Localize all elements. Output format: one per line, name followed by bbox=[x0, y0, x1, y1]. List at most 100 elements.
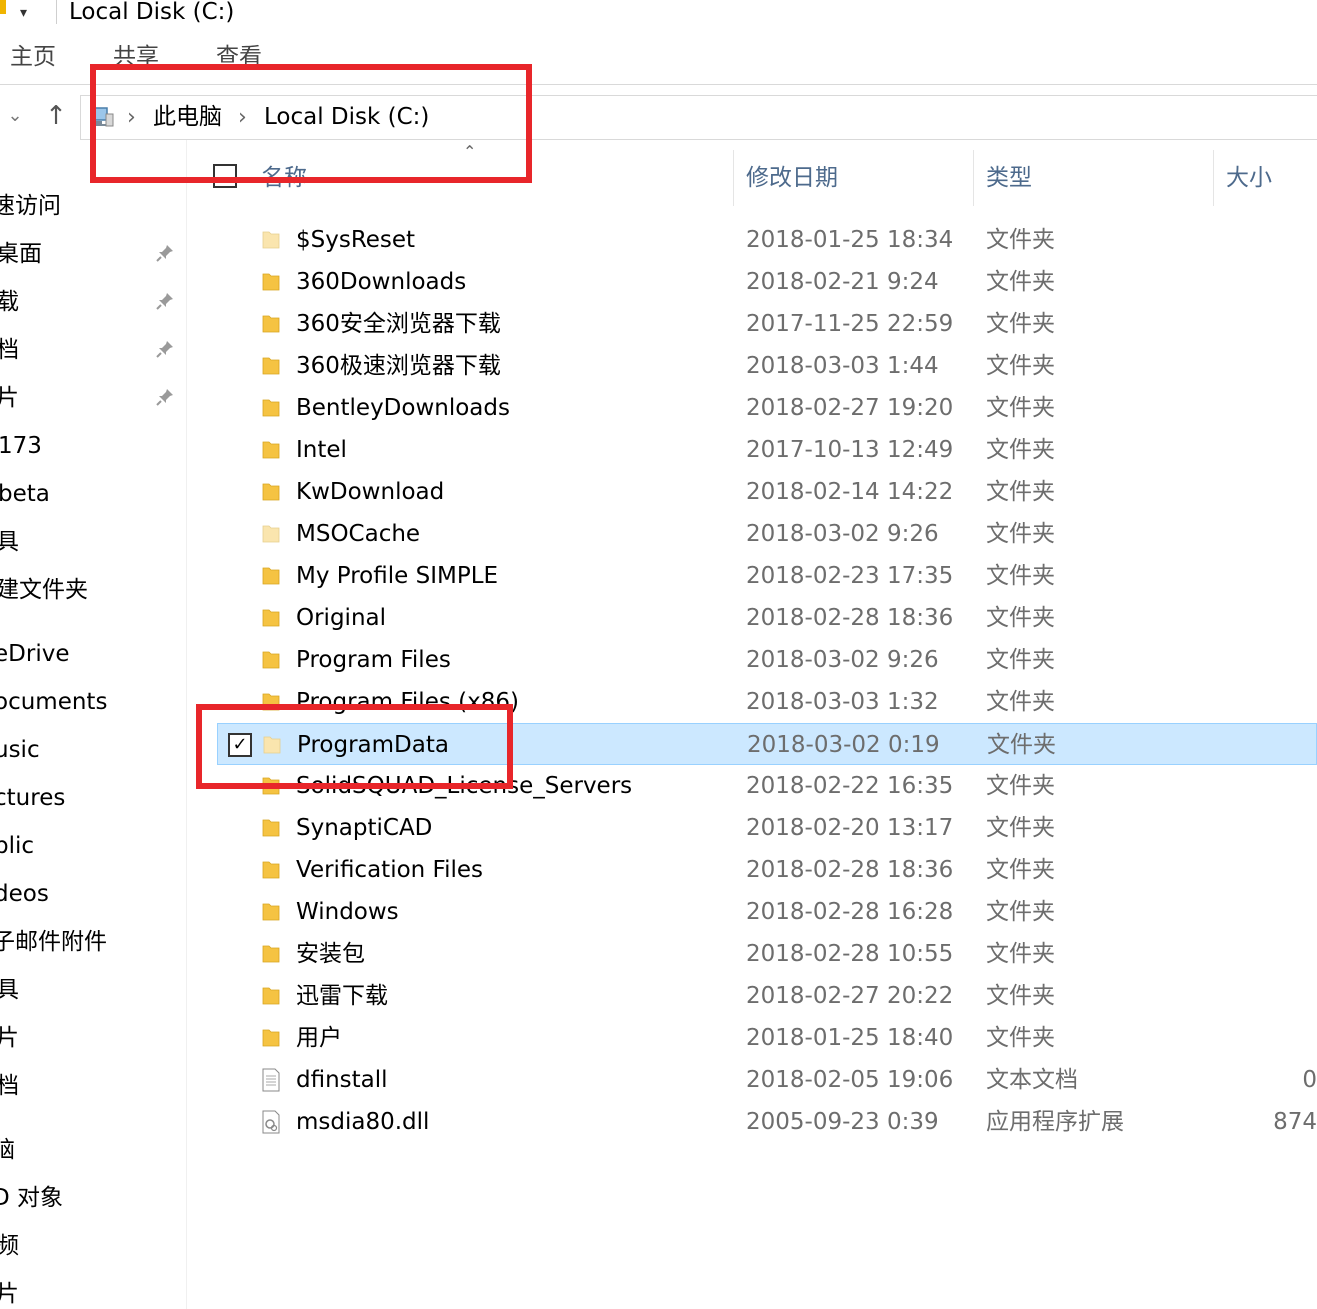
table-row[interactable]: My Profile SIMPLE 2018-02-23 17:35 文件夹 bbox=[217, 555, 1317, 597]
tab-home[interactable]: 主页 bbox=[10, 42, 56, 72]
sidebar-item[interactable]: 脑 bbox=[0, 1130, 186, 1170]
navigation-pane: 速访问桌面载档片173beta具建文件夹eDriveocumentsusicct… bbox=[0, 140, 187, 1309]
quick-access-dropdown-button[interactable]: ▾ bbox=[20, 0, 42, 26]
file-modified-date: 2018-03-02 9:26 bbox=[746, 647, 939, 673]
breadcrumb-this-pc[interactable]: 此电脑 bbox=[153, 96, 222, 139]
file-name: Verification Files bbox=[296, 857, 484, 883]
column-header-name[interactable]: 名称 bbox=[261, 150, 307, 206]
file-name: Program Files bbox=[296, 647, 451, 673]
file-modified-date: 2018-02-28 16:28 bbox=[746, 899, 954, 925]
table-row[interactable]: msdia80.dll 2005-09-23 0:39 应用程序扩展 874 bbox=[217, 1101, 1317, 1143]
file-type: 文件夹 bbox=[986, 521, 1055, 547]
table-row[interactable]: 安装包 2018-02-28 10:55 文件夹 bbox=[217, 933, 1317, 975]
folder-icon bbox=[261, 522, 281, 544]
quick-access-icon[interactable] bbox=[0, 0, 6, 14]
file-type: 文件夹 bbox=[986, 1025, 1055, 1051]
table-row[interactable]: SynaptiCAD 2018-02-20 13:17 文件夹 bbox=[217, 807, 1317, 849]
table-row[interactable]: BentleyDownloads 2018-02-27 19:20 文件夹 bbox=[217, 387, 1317, 429]
folder-icon bbox=[261, 900, 281, 922]
breadcrumb-separator[interactable]: › bbox=[127, 96, 136, 139]
sidebar-item[interactable]: 173 bbox=[0, 426, 186, 466]
pin-icon[interactable] bbox=[154, 387, 176, 409]
select-all-checkbox[interactable] bbox=[213, 164, 237, 188]
table-row[interactable]: Verification Files 2018-02-28 18:36 文件夹 bbox=[217, 849, 1317, 891]
sidebar-item[interactable]: 具 bbox=[0, 522, 186, 562]
file-type: 文件夹 bbox=[986, 563, 1055, 589]
file-type: 文件夹 bbox=[986, 857, 1055, 883]
column-header-date[interactable]: 修改日期 bbox=[746, 150, 838, 206]
address-bar[interactable]: › 此电脑 › Local Disk (C:) bbox=[80, 95, 1317, 140]
sidebar-item[interactable]: ocuments bbox=[0, 682, 186, 722]
folder-icon bbox=[261, 396, 281, 418]
file-name: 360Downloads bbox=[296, 269, 467, 295]
pin-icon[interactable] bbox=[154, 339, 176, 361]
sidebar-item[interactable]: ctures bbox=[0, 778, 186, 818]
column-divider[interactable] bbox=[1213, 150, 1214, 206]
file-modified-date: 2018-01-25 18:34 bbox=[746, 227, 954, 253]
file-type: 文件夹 bbox=[986, 395, 1055, 421]
sidebar-item[interactable]: 桌面 bbox=[0, 234, 186, 274]
file-name: Windows bbox=[296, 899, 399, 925]
table-row[interactable]: MSOCache 2018-03-02 9:26 文件夹 bbox=[217, 513, 1317, 555]
table-row[interactable]: Program Files (x86) 2018-03-03 1:32 文件夹 bbox=[217, 681, 1317, 723]
sidebar-item[interactable]: 档 bbox=[0, 330, 186, 370]
sidebar-item[interactable]: 片 bbox=[0, 1018, 186, 1058]
file-type: 文件夹 bbox=[986, 437, 1055, 463]
table-row[interactable]: Original 2018-02-28 18:36 文件夹 bbox=[217, 597, 1317, 639]
column-header-size[interactable]: 大小 bbox=[1226, 150, 1272, 206]
pin-icon[interactable] bbox=[154, 291, 176, 313]
sidebar-item-label: 载 bbox=[0, 282, 19, 322]
sidebar-item[interactable]: 频 bbox=[0, 1226, 186, 1266]
table-row[interactable]: ✓ ProgramData 2018-03-02 0:19 文件夹 bbox=[217, 723, 1317, 765]
sidebar-item[interactable]: 片 bbox=[0, 1274, 186, 1309]
table-row[interactable]: Program Files 2018-03-02 9:26 文件夹 bbox=[217, 639, 1317, 681]
table-row[interactable]: 用户 2018-01-25 18:40 文件夹 bbox=[217, 1017, 1317, 1059]
sidebar-item[interactable]: 载 bbox=[0, 282, 186, 322]
column-divider[interactable] bbox=[973, 150, 974, 206]
sidebar-item[interactable]: blic bbox=[0, 826, 186, 866]
table-row[interactable]: Intel 2017-10-13 12:49 文件夹 bbox=[217, 429, 1317, 471]
file-modified-date: 2018-02-27 20:22 bbox=[746, 983, 954, 1009]
column-header-type[interactable]: 类型 bbox=[986, 150, 1032, 206]
table-row[interactable]: Windows 2018-02-28 16:28 文件夹 bbox=[217, 891, 1317, 933]
table-row[interactable]: 360极速浏览器下载 2018-03-03 1:44 文件夹 bbox=[217, 345, 1317, 387]
sidebar-item[interactable]: deos bbox=[0, 874, 186, 914]
table-row[interactable]: KwDownload 2018-02-14 14:22 文件夹 bbox=[217, 471, 1317, 513]
sidebar-item-label: ocuments bbox=[0, 689, 108, 715]
tab-view[interactable]: 查看 bbox=[216, 42, 262, 72]
up-arrow-icon[interactable]: ↑ bbox=[42, 99, 70, 133]
pin-icon[interactable] bbox=[154, 243, 176, 265]
sidebar-item[interactable]: 建文件夹 bbox=[0, 570, 186, 610]
file-type: 文件夹 bbox=[986, 689, 1055, 715]
table-row[interactable]: dfinstall 2018-02-05 19:06 文本文档 0 bbox=[217, 1059, 1317, 1101]
sidebar-item-label: 173 bbox=[0, 433, 42, 459]
title-bar: ▾ Local Disk (C:) bbox=[0, 0, 1317, 30]
sidebar-item[interactable]: 档 bbox=[0, 1066, 186, 1106]
sidebar-item[interactable]: 具 bbox=[0, 970, 186, 1010]
sidebar-item[interactable]: 片 bbox=[0, 378, 186, 418]
folder-icon bbox=[261, 564, 281, 586]
sidebar-item[interactable]: eDrive bbox=[0, 634, 186, 674]
sidebar-item[interactable]: D 对象 bbox=[0, 1178, 186, 1218]
breadcrumb-local-disk[interactable]: Local Disk (C:) bbox=[264, 96, 429, 139]
file-type: 应用程序扩展 bbox=[986, 1109, 1124, 1135]
table-row[interactable]: SolidSQUAD_License_Servers 2018-02-22 16:… bbox=[217, 765, 1317, 807]
row-checkbox[interactable]: ✓ bbox=[228, 733, 252, 757]
tab-share[interactable]: 共享 bbox=[113, 42, 159, 72]
file-size: 874 bbox=[1273, 1109, 1317, 1135]
breadcrumb-separator[interactable]: › bbox=[238, 96, 247, 139]
file-name: ProgramData bbox=[297, 732, 449, 758]
recent-locations-chevron-icon[interactable]: ⌄ bbox=[4, 100, 26, 132]
sidebar-item-label: 桌面 bbox=[0, 241, 42, 267]
table-row[interactable]: 360Downloads 2018-02-21 9:24 文件夹 bbox=[217, 261, 1317, 303]
table-row[interactable]: 360安全浏览器下载 2017-11-25 22:59 文件夹 bbox=[217, 303, 1317, 345]
table-row[interactable]: $SysReset 2018-01-25 18:34 文件夹 bbox=[217, 219, 1317, 261]
sidebar-item[interactable]: 速访问 bbox=[0, 186, 186, 226]
sidebar-item[interactable]: usic bbox=[0, 730, 186, 770]
column-divider[interactable] bbox=[733, 150, 734, 206]
table-row[interactable]: 迅雷下载 2018-02-27 20:22 文件夹 bbox=[217, 975, 1317, 1017]
file-type: 文件夹 bbox=[986, 815, 1055, 841]
file-type: 文件夹 bbox=[986, 353, 1055, 379]
sidebar-item[interactable]: beta bbox=[0, 474, 186, 514]
sidebar-item[interactable]: 子邮件附件 bbox=[0, 922, 186, 962]
